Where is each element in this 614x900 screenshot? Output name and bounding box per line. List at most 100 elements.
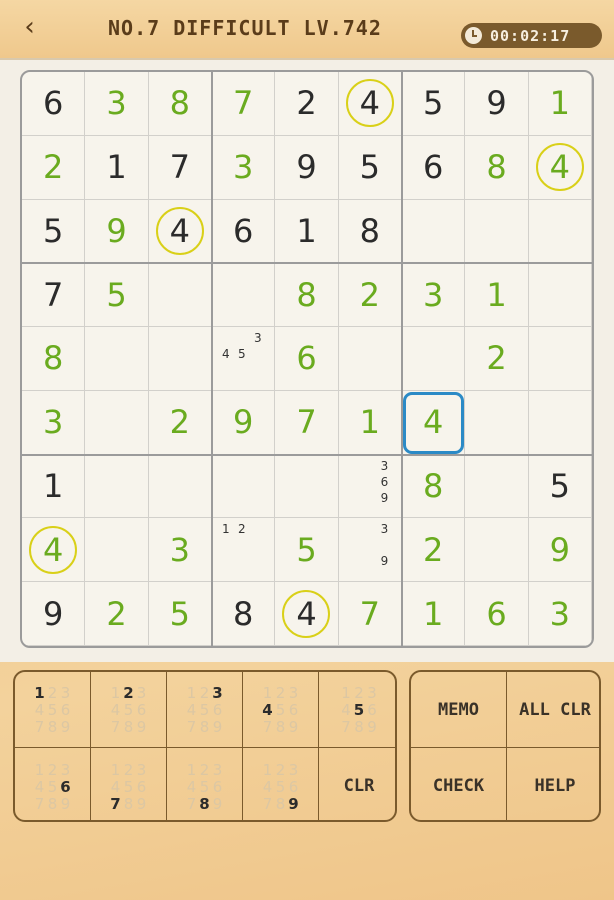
number-key-7[interactable]: 123456789 — [91, 748, 167, 820]
board-cell[interactable] — [85, 327, 149, 391]
board-cell[interactable]: 4 — [22, 518, 86, 583]
board-cell[interactable] — [85, 390, 149, 455]
board-cell[interactable] — [465, 390, 529, 455]
number-key-6[interactable]: 123456789 — [15, 748, 91, 820]
board-cell[interactable]: 4 — [148, 199, 212, 264]
help-button[interactable]: HELP — [507, 748, 599, 820]
board-cell[interactable]: 7 — [338, 582, 402, 646]
board-cell[interactable]: 1 — [275, 199, 339, 264]
board-cell[interactable] — [85, 454, 149, 519]
board-cell[interactable] — [212, 263, 276, 328]
board-cell[interactable]: 6 — [212, 199, 276, 264]
all-clear-button[interactable]: ALL CLR — [507, 672, 599, 748]
board-cell[interactable] — [528, 199, 592, 264]
board-cell[interactable]: 8 — [22, 327, 86, 391]
board-cell[interactable] — [528, 390, 592, 455]
board-cell[interactable]: 9 — [212, 390, 276, 455]
board-cell[interactable]: 8 — [148, 72, 212, 136]
board-cell[interactable]: 3 — [22, 390, 86, 455]
board-cell[interactable]: 6 — [22, 72, 86, 136]
board-cell[interactable] — [338, 327, 402, 391]
board-cell[interactable]: 5 — [85, 263, 149, 328]
board-cell[interactable]: 2 — [465, 327, 529, 391]
board-cell[interactable] — [148, 454, 212, 519]
given-digit: 8 — [359, 211, 380, 250]
board-cell[interactable]: 8 — [275, 263, 339, 328]
board-cell[interactable]: 12 — [212, 518, 276, 583]
number-key-2[interactable]: 123456789 — [91, 672, 167, 748]
number-key-8[interactable]: 123456789 — [167, 748, 243, 820]
board-cell[interactable]: 9 — [85, 199, 149, 264]
board-cell[interactable]: 2 — [275, 72, 339, 136]
board-cell[interactable] — [402, 327, 466, 391]
board-cell[interactable] — [148, 263, 212, 328]
board-cell[interactable]: 9 — [275, 135, 339, 200]
board-cell[interactable]: 3 — [148, 518, 212, 583]
memo-button[interactable]: MEMO — [411, 672, 507, 748]
board-cell[interactable]: 369 — [338, 454, 402, 519]
board-cell[interactable] — [528, 327, 592, 391]
clear-button[interactable]: CLR — [319, 748, 395, 820]
board-cell[interactable]: 6 — [402, 135, 466, 200]
board-cell[interactable] — [528, 263, 592, 328]
board-cell[interactable]: 5 — [22, 199, 86, 264]
board-cell[interactable]: 7 — [148, 135, 212, 200]
board-cell[interactable]: 8 — [338, 199, 402, 264]
board-cell[interactable]: 9 — [465, 72, 529, 136]
board-cell[interactable] — [402, 199, 466, 264]
board-cell[interactable]: 5 — [148, 582, 212, 646]
board-cell[interactable]: 1 — [528, 72, 592, 136]
board-cell[interactable]: 1 — [465, 263, 529, 328]
number-key-9[interactable]: 123456789 — [243, 748, 319, 820]
board-cell[interactable] — [465, 199, 529, 264]
board-cell[interactable]: 5 — [402, 72, 466, 136]
board-cell[interactable]: 8 — [212, 582, 276, 646]
board-cell[interactable]: 6 — [275, 327, 339, 391]
board-cell[interactable]: 8 — [465, 135, 529, 200]
board-cell[interactable]: 7 — [212, 72, 276, 136]
board-cell[interactable]: 2 — [148, 390, 212, 455]
board-cell[interactable]: 2 — [338, 263, 402, 328]
board-cell[interactable] — [148, 327, 212, 391]
board-cell[interactable]: 9 — [22, 582, 86, 646]
board-cell[interactable]: 8 — [402, 454, 466, 519]
board-cell[interactable]: 7 — [22, 263, 86, 328]
number-key-4[interactable]: 123456789 — [243, 672, 319, 748]
number-key-1[interactable]: 123456789 — [15, 672, 91, 748]
board-cell[interactable]: 2 — [22, 135, 86, 200]
board-cell[interactable]: 3 — [85, 72, 149, 136]
board-cell[interactable]: 3 — [212, 135, 276, 200]
board-cell[interactable]: 5 — [338, 135, 402, 200]
board-cell[interactable]: 4 — [528, 135, 592, 200]
board-cell[interactable]: 3 — [402, 263, 466, 328]
board-cell[interactable]: 1 — [338, 390, 402, 455]
board-cell[interactable]: 6 — [465, 582, 529, 646]
back-button[interactable]: ‹ — [22, 12, 38, 42]
board-cell[interactable]: 5 — [275, 518, 339, 583]
board-cell[interactable] — [465, 454, 529, 519]
check-button[interactable]: CHECK — [411, 748, 507, 820]
number-key-3[interactable]: 123456789 — [167, 672, 243, 748]
board-cell[interactable]: 2 — [85, 582, 149, 646]
board-cell[interactable]: 7 — [275, 390, 339, 455]
board-cell[interactable]: 4 — [338, 72, 402, 136]
board-cell[interactable]: 3 — [528, 582, 592, 646]
board-cell[interactable] — [465, 518, 529, 583]
given-digit: 6 — [422, 148, 444, 187]
help-label: HELP — [534, 776, 576, 796]
board-cell[interactable]: 9 — [528, 518, 592, 583]
board-cell[interactable]: 1 — [22, 454, 86, 519]
board-cell[interactable] — [85, 518, 149, 583]
board-cell[interactable]: 39 — [338, 518, 402, 583]
board-cell[interactable]: 4 — [275, 582, 339, 646]
board-cell[interactable]: 2 — [402, 518, 466, 583]
board-cell[interactable]: 5 — [528, 454, 592, 519]
board-cell[interactable]: 1 — [85, 135, 149, 200]
board-cell[interactable]: 1 — [402, 582, 466, 646]
entered-digit: 5 — [296, 530, 317, 569]
number-key-ghost-digit: 4 — [262, 777, 273, 796]
board-cell[interactable] — [212, 454, 276, 519]
board-cell[interactable]: 3 45 — [212, 327, 276, 391]
number-key-5[interactable]: 123456789 — [319, 672, 395, 748]
board-cell[interactable] — [275, 454, 339, 519]
